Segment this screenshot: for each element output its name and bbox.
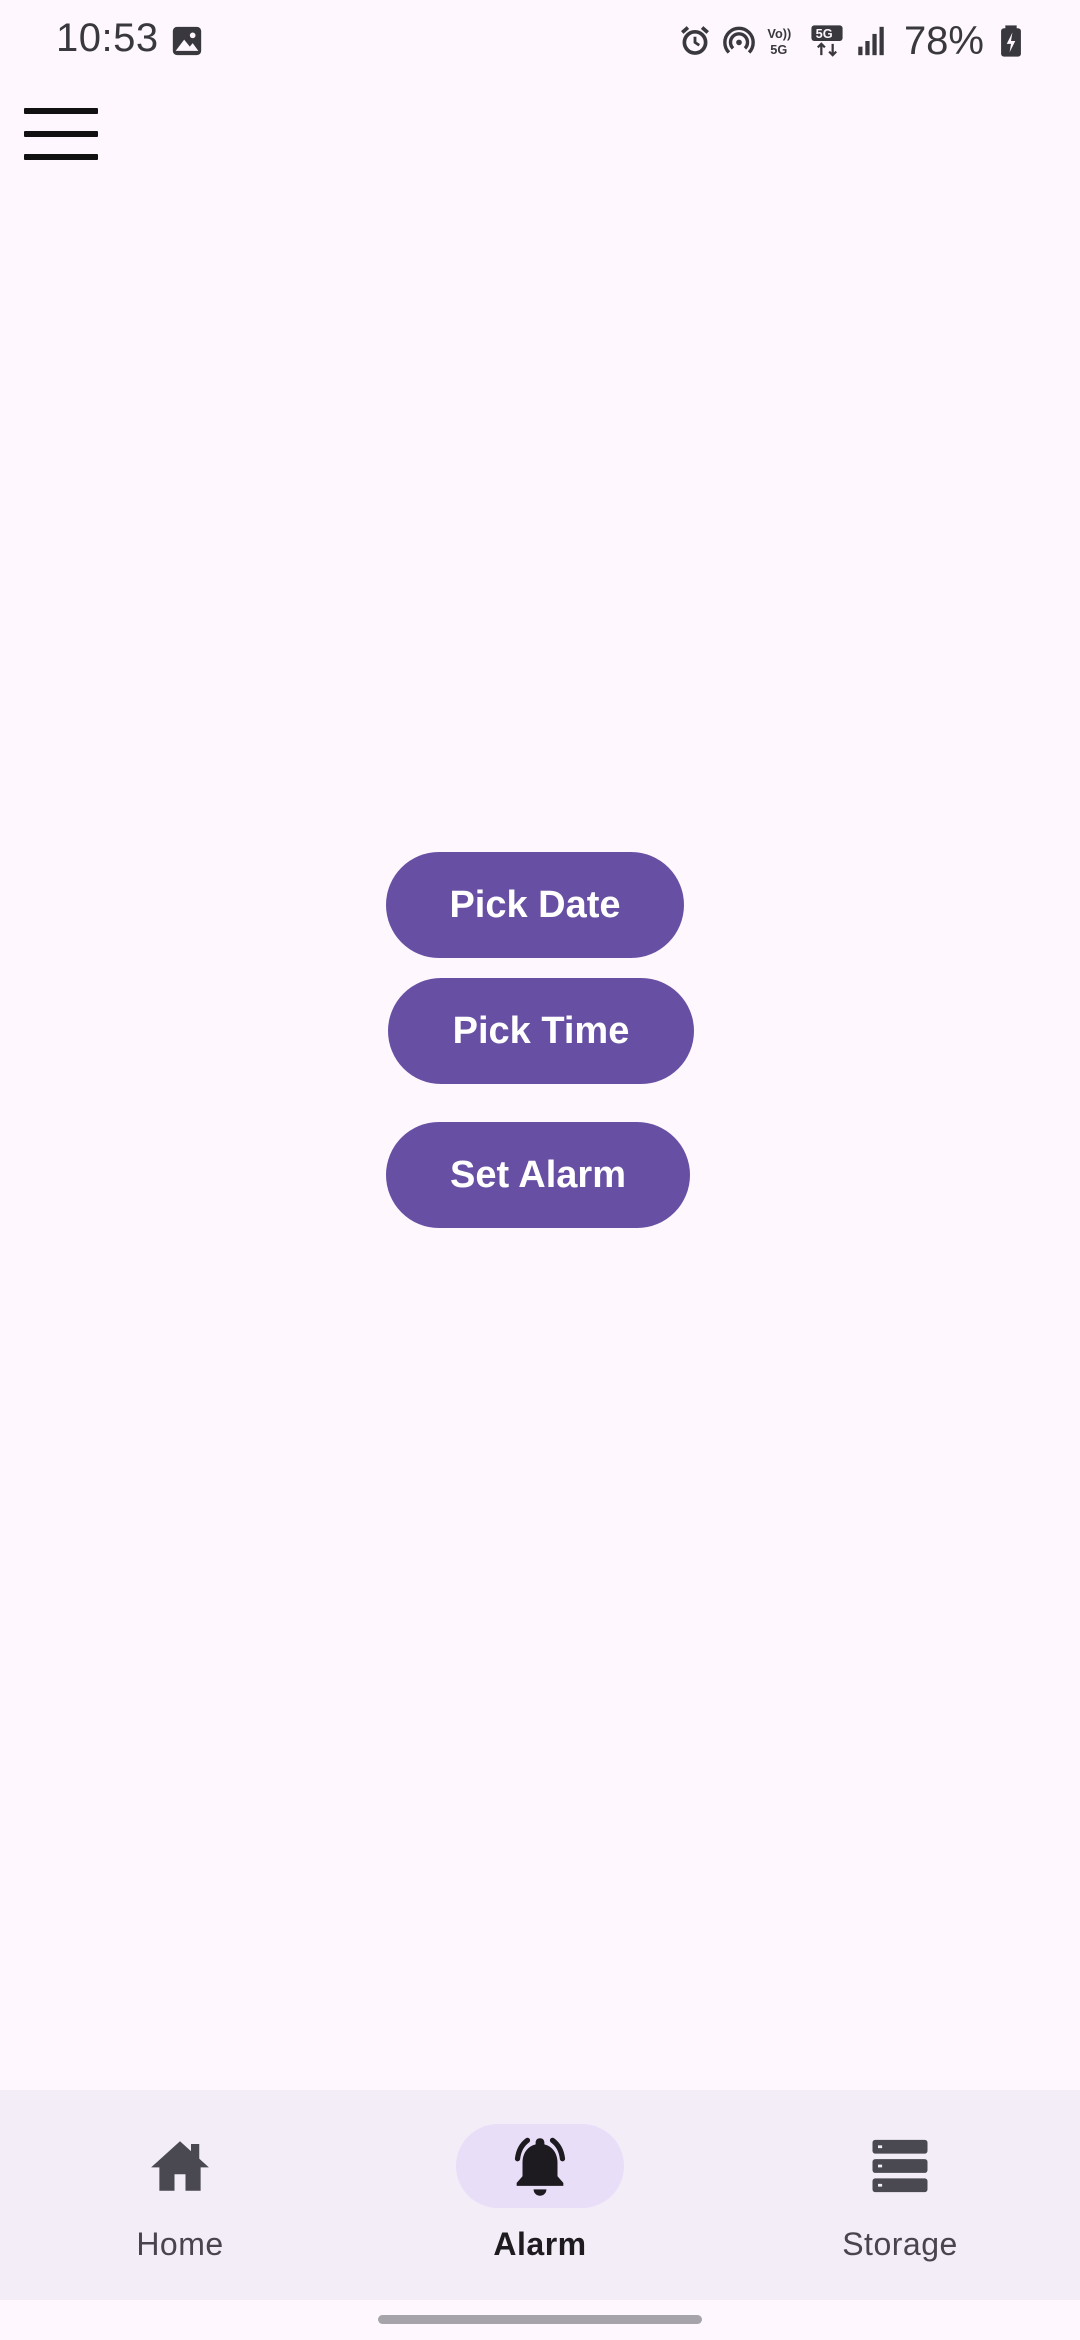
- pick-time-button[interactable]: Pick Time: [388, 978, 694, 1084]
- hotspot-icon: [723, 26, 755, 54]
- alarm-icon: [680, 26, 709, 55]
- status-icons: Vo)) 5G 5G 78%: [678, 16, 1028, 66]
- gallery-icon: [172, 26, 202, 56]
- set-alarm-button[interactable]: Set Alarm: [386, 1122, 690, 1228]
- nav-item-home[interactable]: Home: [0, 2090, 360, 2300]
- bell-icon: [514, 2137, 566, 2196]
- svg-text:Vo)): Vo)): [767, 26, 791, 41]
- hamburger-menu-icon[interactable]: [22, 104, 100, 164]
- battery-icon: [1001, 25, 1021, 57]
- volte-icon: Vo)) 5G: [767, 26, 791, 57]
- svg-text:5G: 5G: [770, 42, 787, 57]
- nav-item-alarm[interactable]: Alarm: [360, 2090, 720, 2300]
- battery-percent: 78%: [903, 18, 984, 63]
- svg-text:5G: 5G: [816, 26, 833, 41]
- nav-icon-container: [816, 2124, 984, 2208]
- nav-label-alarm: Alarm: [493, 2226, 587, 2262]
- home-indicator[interactable]: [378, 2315, 702, 2324]
- nav-item-storage[interactable]: Storage: [720, 2090, 1080, 2300]
- signal-icon: [858, 26, 884, 56]
- status-time: 10:53: [56, 16, 159, 60]
- storage-icon: [872, 2139, 928, 2193]
- status-bar: 10:53 Vo)) 5G 5G 78%: [0, 0, 1080, 84]
- pick-date-button[interactable]: Pick Date: [386, 852, 684, 958]
- nav-icon-container: [96, 2124, 264, 2208]
- nav-label-storage: Storage: [842, 2226, 958, 2262]
- nav-label-home: Home: [136, 2226, 224, 2262]
- 5g-icon: 5G: [811, 25, 843, 57]
- nav-active-indicator: [456, 2124, 624, 2208]
- home-icon: [151, 2141, 209, 2191]
- bottom-navigation: Home Alarm Storage: [0, 2090, 1080, 2300]
